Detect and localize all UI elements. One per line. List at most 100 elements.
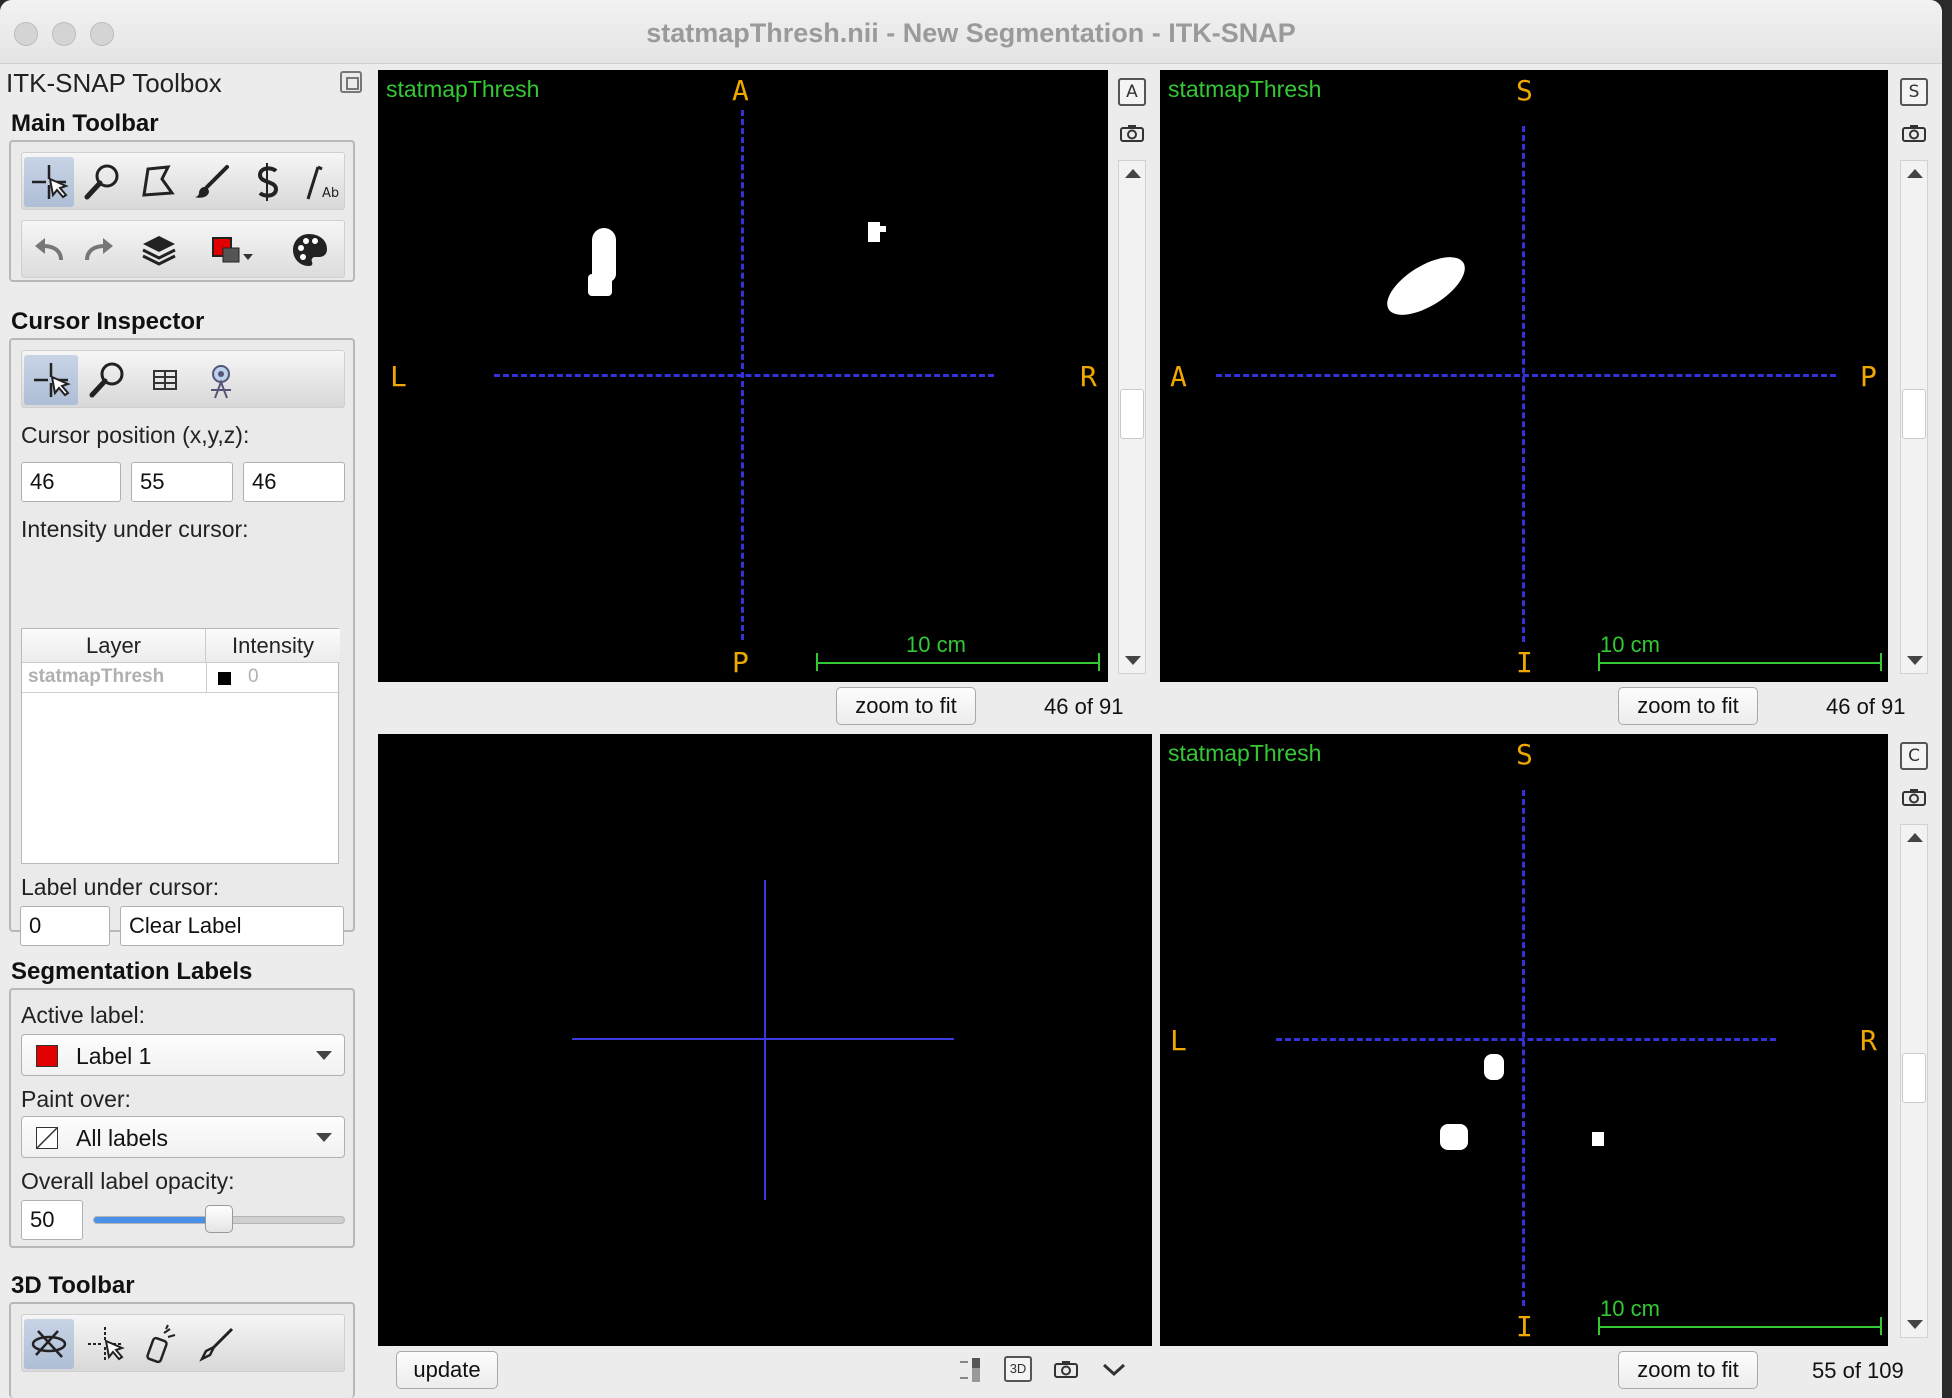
coronal-orient-left: L bbox=[1170, 1024, 1187, 1057]
coronal-zoom-to-fit-button[interactable]: zoom to fit bbox=[1618, 1351, 1758, 1389]
sagittal-orient-left: A bbox=[1170, 360, 1187, 393]
coronal-blob bbox=[1592, 1132, 1604, 1146]
opacity-slider-thumb[interactable] bbox=[205, 1205, 233, 1233]
opacity-field[interactable]: 50 bbox=[21, 1200, 83, 1240]
coronal-scroll-thumb[interactable] bbox=[1902, 1053, 1926, 1103]
opacity-slider-fill bbox=[94, 1217, 219, 1223]
axial-sidebar: A bbox=[1114, 70, 1154, 682]
label-color-picker-icon[interactable] bbox=[202, 225, 262, 275]
3d-view[interactable] bbox=[378, 734, 1152, 1346]
rotate-3d-icon[interactable] bbox=[24, 1319, 74, 1369]
sagittal-slice-scrollbar[interactable] bbox=[1900, 160, 1928, 674]
main-tools-strip: Ab bbox=[21, 152, 345, 210]
toolbar-3d-group bbox=[9, 1302, 355, 1398]
3d-crosshair-horizontal bbox=[572, 1038, 954, 1040]
spray-can-icon[interactable] bbox=[136, 1319, 186, 1369]
table-row[interactable]: statmapThresh 0 bbox=[22, 663, 340, 693]
column-header-intensity[interactable]: Intensity bbox=[206, 629, 340, 663]
scroll-down-icon[interactable] bbox=[1125, 656, 1141, 665]
scroll-up-icon[interactable] bbox=[1907, 833, 1923, 842]
segmentation-labels-title: Segmentation Labels bbox=[11, 958, 253, 985]
coronal-scale-bar bbox=[1598, 1316, 1882, 1336]
main-toolbar-group: Ab bbox=[9, 140, 355, 282]
chevron-down-icon[interactable] bbox=[1102, 1362, 1126, 1378]
paintbrush-tool-icon[interactable] bbox=[187, 157, 237, 207]
title-bar: statmapThresh.nii - New Segmentation - I… bbox=[0, 0, 1942, 64]
undock-icon[interactable] bbox=[340, 71, 362, 93]
all-labels-icon bbox=[36, 1127, 58, 1149]
cursor-x-field[interactable]: 46 bbox=[21, 462, 121, 502]
active-label-swatch bbox=[36, 1045, 58, 1067]
scroll-up-icon[interactable] bbox=[1125, 169, 1141, 178]
active-label-label: Active label: bbox=[21, 1002, 146, 1028]
axial-slice-indicator: 46 of 91 bbox=[1044, 694, 1124, 719]
column-header-layer[interactable]: Layer bbox=[22, 629, 206, 663]
active-label-select[interactable]: Label 1 bbox=[21, 1034, 345, 1076]
coronal-screenshot-icon[interactable] bbox=[1902, 788, 1926, 806]
scalpel-icon[interactable] bbox=[192, 1319, 242, 1369]
app-window: statmapThresh.nii - New Segmentation - I… bbox=[0, 0, 1942, 1398]
sagittal-scroll-thumb[interactable] bbox=[1902, 389, 1926, 439]
toolbox-title: ITK-SNAP Toolbox bbox=[6, 68, 222, 98]
zoom-inspect-icon[interactable] bbox=[82, 355, 132, 405]
tools-3d-strip bbox=[21, 1314, 345, 1372]
sagittal-blob bbox=[1378, 245, 1474, 327]
sagittal-sidebar: S bbox=[1896, 70, 1936, 682]
cursor-y-field[interactable]: 55 bbox=[131, 462, 233, 502]
coronal-sidebar: C bbox=[1896, 734, 1936, 1346]
zoom-tool-icon[interactable] bbox=[77, 157, 127, 207]
label-id-field[interactable]: 0 bbox=[20, 906, 110, 946]
coronal-layout-button[interactable]: C bbox=[1900, 742, 1928, 770]
axial-screenshot-icon[interactable] bbox=[1120, 124, 1144, 142]
undo-icon[interactable] bbox=[24, 225, 74, 275]
coronal-view[interactable]: statmapThresh S I L R 10 cm bbox=[1160, 734, 1888, 1346]
sagittal-orient-top: S bbox=[1516, 74, 1533, 107]
axial-slice-scrollbar[interactable] bbox=[1118, 160, 1146, 674]
cursor-z-field[interactable]: 46 bbox=[243, 462, 345, 502]
active-label-value: Label 1 bbox=[76, 1043, 152, 1069]
3d-mode-button[interactable]: 3D bbox=[1004, 1356, 1032, 1382]
update-3d-button[interactable]: update bbox=[396, 1351, 498, 1389]
paint-over-label: Paint over: bbox=[21, 1086, 131, 1112]
intensity-label: Intensity under cursor: bbox=[21, 516, 249, 542]
palette-icon[interactable] bbox=[284, 225, 334, 275]
axial-view[interactable]: statmapThresh A P L R 10 cm bbox=[378, 70, 1108, 682]
sagittal-screenshot-icon[interactable] bbox=[1902, 124, 1926, 142]
scroll-down-icon[interactable] bbox=[1907, 1320, 1923, 1329]
polygon-tool-icon[interactable] bbox=[132, 157, 182, 207]
crosshair-3d-icon[interactable] bbox=[80, 1319, 130, 1369]
paint-over-select[interactable]: All labels bbox=[21, 1116, 345, 1158]
axial-orient-right: R bbox=[1080, 360, 1097, 393]
sagittal-layout-button[interactable]: S bbox=[1900, 78, 1928, 106]
sagittal-view[interactable]: statmapThresh S I A P 10 cm bbox=[1160, 70, 1888, 682]
scalar-bar-icon[interactable] bbox=[956, 1356, 984, 1384]
sagittal-orient-right: P bbox=[1860, 360, 1877, 393]
cursor-inspect-icon[interactable] bbox=[24, 355, 78, 405]
label-name-field[interactable]: Clear Label bbox=[120, 906, 344, 946]
edit-tools-strip bbox=[21, 220, 345, 278]
label-under-cursor-label: Label under cursor: bbox=[21, 874, 220, 900]
sagittal-slice-indicator: 46 of 91 bbox=[1826, 694, 1906, 719]
axial-layout-button[interactable]: A bbox=[1118, 78, 1146, 106]
scroll-up-icon[interactable] bbox=[1907, 169, 1923, 178]
annotation-tool-icon[interactable]: Ab bbox=[296, 157, 346, 207]
opacity-slider-track[interactable] bbox=[93, 1205, 345, 1233]
table-icon[interactable] bbox=[140, 355, 190, 405]
coronal-layer-name: statmapThresh bbox=[1168, 740, 1322, 766]
scroll-down-icon[interactable] bbox=[1907, 656, 1923, 665]
sync-icon[interactable] bbox=[196, 355, 246, 405]
chevron-down-icon bbox=[316, 1051, 332, 1060]
sagittal-crosshair-horizontal bbox=[1216, 374, 1836, 377]
crosshair-tool-icon[interactable] bbox=[24, 157, 74, 207]
cursor-inspector-title: Cursor Inspector bbox=[11, 308, 205, 335]
coronal-slice-scrollbar[interactable] bbox=[1900, 824, 1928, 1338]
snake-tool-icon[interactable] bbox=[242, 157, 292, 207]
svg-text:Ab: Ab bbox=[322, 186, 339, 201]
3d-screenshot-icon[interactable] bbox=[1054, 1360, 1078, 1378]
coronal-orient-right: R bbox=[1860, 1024, 1877, 1057]
axial-scroll-thumb[interactable] bbox=[1120, 389, 1144, 439]
layers-icon[interactable] bbox=[134, 225, 184, 275]
axial-zoom-to-fit-button[interactable]: zoom to fit bbox=[836, 687, 976, 725]
sagittal-zoom-to-fit-button[interactable]: zoom to fit bbox=[1618, 687, 1758, 725]
redo-icon[interactable] bbox=[74, 225, 124, 275]
